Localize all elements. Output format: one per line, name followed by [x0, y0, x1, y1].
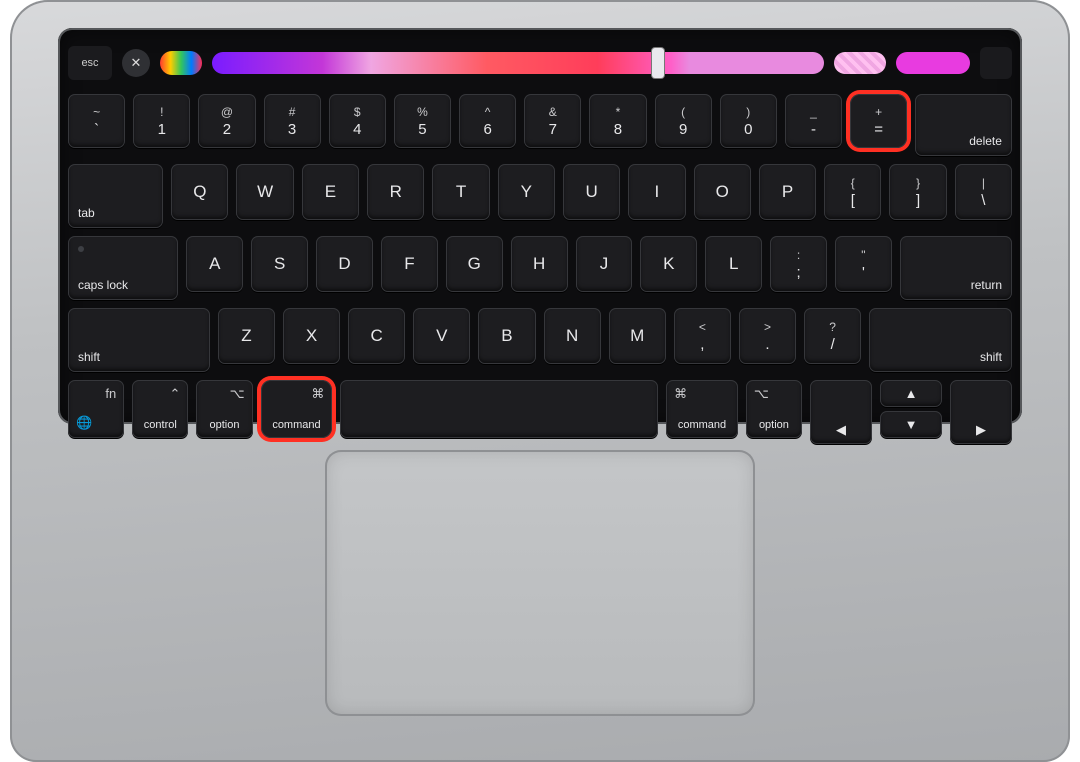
key-left-command[interactable]: ⌘ command: [261, 380, 333, 438]
key-right-bracket[interactable]: }]: [889, 164, 946, 220]
key-control[interactable]: ⌃ control: [132, 380, 188, 438]
key-7[interactable]: &7: [524, 94, 581, 148]
command-symbol-icon: ⌘: [674, 386, 687, 402]
home-row: caps lock A S D F G H J K L :; "' return: [68, 236, 1012, 300]
key-caps-lock[interactable]: caps lock: [68, 236, 178, 300]
key-equals[interactable]: +=: [850, 94, 907, 148]
key-a[interactable]: A: [186, 236, 243, 292]
key-c[interactable]: C: [348, 308, 405, 364]
key-j[interactable]: J: [576, 236, 633, 292]
key-d[interactable]: D: [316, 236, 373, 292]
key-3[interactable]: #3: [264, 94, 321, 148]
key-h[interactable]: H: [511, 236, 568, 292]
key-left-bracket[interactable]: {[: [824, 164, 881, 220]
key-k[interactable]: K: [640, 236, 697, 292]
key-delete[interactable]: delete: [915, 94, 1012, 156]
key-t[interactable]: T: [432, 164, 489, 220]
key-w[interactable]: W: [236, 164, 293, 220]
key-8[interactable]: *8: [589, 94, 646, 148]
key-minus[interactable]: _-: [785, 94, 842, 148]
key-period[interactable]: >.: [739, 308, 796, 364]
key-x[interactable]: X: [283, 308, 340, 364]
key-backtick[interactable]: ~`: [68, 94, 125, 148]
touch-bar: esc ✕: [68, 42, 1012, 84]
key-i[interactable]: I: [628, 164, 685, 220]
key-left-shift[interactable]: shift: [68, 308, 210, 372]
macbook-body: esc ✕ ~` !1 @2 #3 $4 %5 ^6 &7 *8 (9 )0 _…: [10, 0, 1070, 762]
key-backslash[interactable]: |\: [955, 164, 1012, 220]
key-1[interactable]: !1: [133, 94, 190, 148]
key-g[interactable]: G: [446, 236, 503, 292]
key-s[interactable]: S: [251, 236, 308, 292]
control-symbol-icon: ⌃: [170, 386, 181, 402]
key-0[interactable]: )0: [720, 94, 777, 148]
key-b[interactable]: B: [478, 308, 535, 364]
key-q[interactable]: Q: [171, 164, 228, 220]
touchbar-color-slider[interactable]: [212, 52, 824, 74]
key-9[interactable]: (9: [655, 94, 712, 148]
key-right-option[interactable]: ⌥ option: [746, 380, 802, 438]
key-rows: ~` !1 @2 #3 $4 %5 ^6 &7 *8 (9 )0 _- += d…: [68, 94, 1012, 412]
key-arrow-right[interactable]: ▶: [950, 380, 1012, 444]
key-4[interactable]: $4: [329, 94, 386, 148]
key-n[interactable]: N: [544, 308, 601, 364]
key-spacebar[interactable]: [340, 380, 658, 438]
key-v[interactable]: V: [413, 308, 470, 364]
key-comma[interactable]: <,: [674, 308, 731, 364]
key-2[interactable]: @2: [198, 94, 255, 148]
fn-label: fn: [105, 386, 116, 401]
key-tab[interactable]: tab: [68, 164, 163, 228]
key-arrow-left[interactable]: ◀: [810, 380, 872, 444]
key-p[interactable]: P: [759, 164, 816, 220]
globe-icon: 🌐: [76, 415, 92, 431]
command-symbol-icon: ⌘: [311, 386, 324, 402]
key-o[interactable]: O: [694, 164, 751, 220]
touchbar-swatch-1[interactable]: [834, 52, 886, 74]
key-left-option[interactable]: ⌥ option: [196, 380, 252, 438]
key-m[interactable]: M: [609, 308, 666, 364]
keyboard: esc ✕ ~` !1 @2 #3 $4 %5 ^6 &7 *8 (9 )0 _…: [58, 28, 1022, 424]
key-semicolon[interactable]: :;: [770, 236, 827, 292]
key-l[interactable]: L: [705, 236, 762, 292]
number-row: ~` !1 @2 #3 $4 %5 ^6 &7 *8 (9 )0 _- += d…: [68, 94, 1012, 156]
key-6[interactable]: ^6: [459, 94, 516, 148]
option-symbol-icon: ⌥: [230, 386, 245, 402]
qwerty-row: tab Q W E R T Y U I O P {[ }] |\: [68, 164, 1012, 228]
key-y[interactable]: Y: [498, 164, 555, 220]
key-right-command[interactable]: ⌘ command: [666, 380, 738, 438]
touch-id-button[interactable]: [980, 47, 1012, 79]
caps-lock-indicator-icon: [78, 246, 84, 252]
key-z[interactable]: Z: [218, 308, 275, 364]
touchbar-close-icon[interactable]: ✕: [122, 49, 150, 77]
touchbar-swatch-2[interactable]: [896, 52, 970, 74]
option-symbol-icon: ⌥: [754, 386, 769, 402]
key-right-shift[interactable]: shift: [869, 308, 1012, 372]
key-arrow-up[interactable]: ▲: [880, 380, 942, 407]
key-f[interactable]: F: [381, 236, 438, 292]
key-arrow-down[interactable]: ▼: [880, 411, 942, 438]
modifier-row: fn 🌐 ⌃ control ⌥ option ⌘ command ⌘: [68, 380, 1012, 444]
shift-row: shift Z X C V B N M <, >. ?/ shift: [68, 308, 1012, 372]
key-slash[interactable]: ?/: [804, 308, 861, 364]
arrow-keys: ◀ ▲ ▼ ▶: [810, 380, 1012, 444]
key-quote[interactable]: "': [835, 236, 892, 292]
key-5[interactable]: %5: [394, 94, 451, 148]
trackpad[interactable]: [325, 450, 755, 716]
key-r[interactable]: R: [367, 164, 424, 220]
touchbar-siri-icon[interactable]: [160, 51, 202, 75]
key-return[interactable]: return: [900, 236, 1012, 300]
key-esc[interactable]: esc: [68, 46, 112, 80]
key-e[interactable]: E: [302, 164, 359, 220]
key-u[interactable]: U: [563, 164, 620, 220]
key-fn[interactable]: fn 🌐: [68, 380, 124, 438]
